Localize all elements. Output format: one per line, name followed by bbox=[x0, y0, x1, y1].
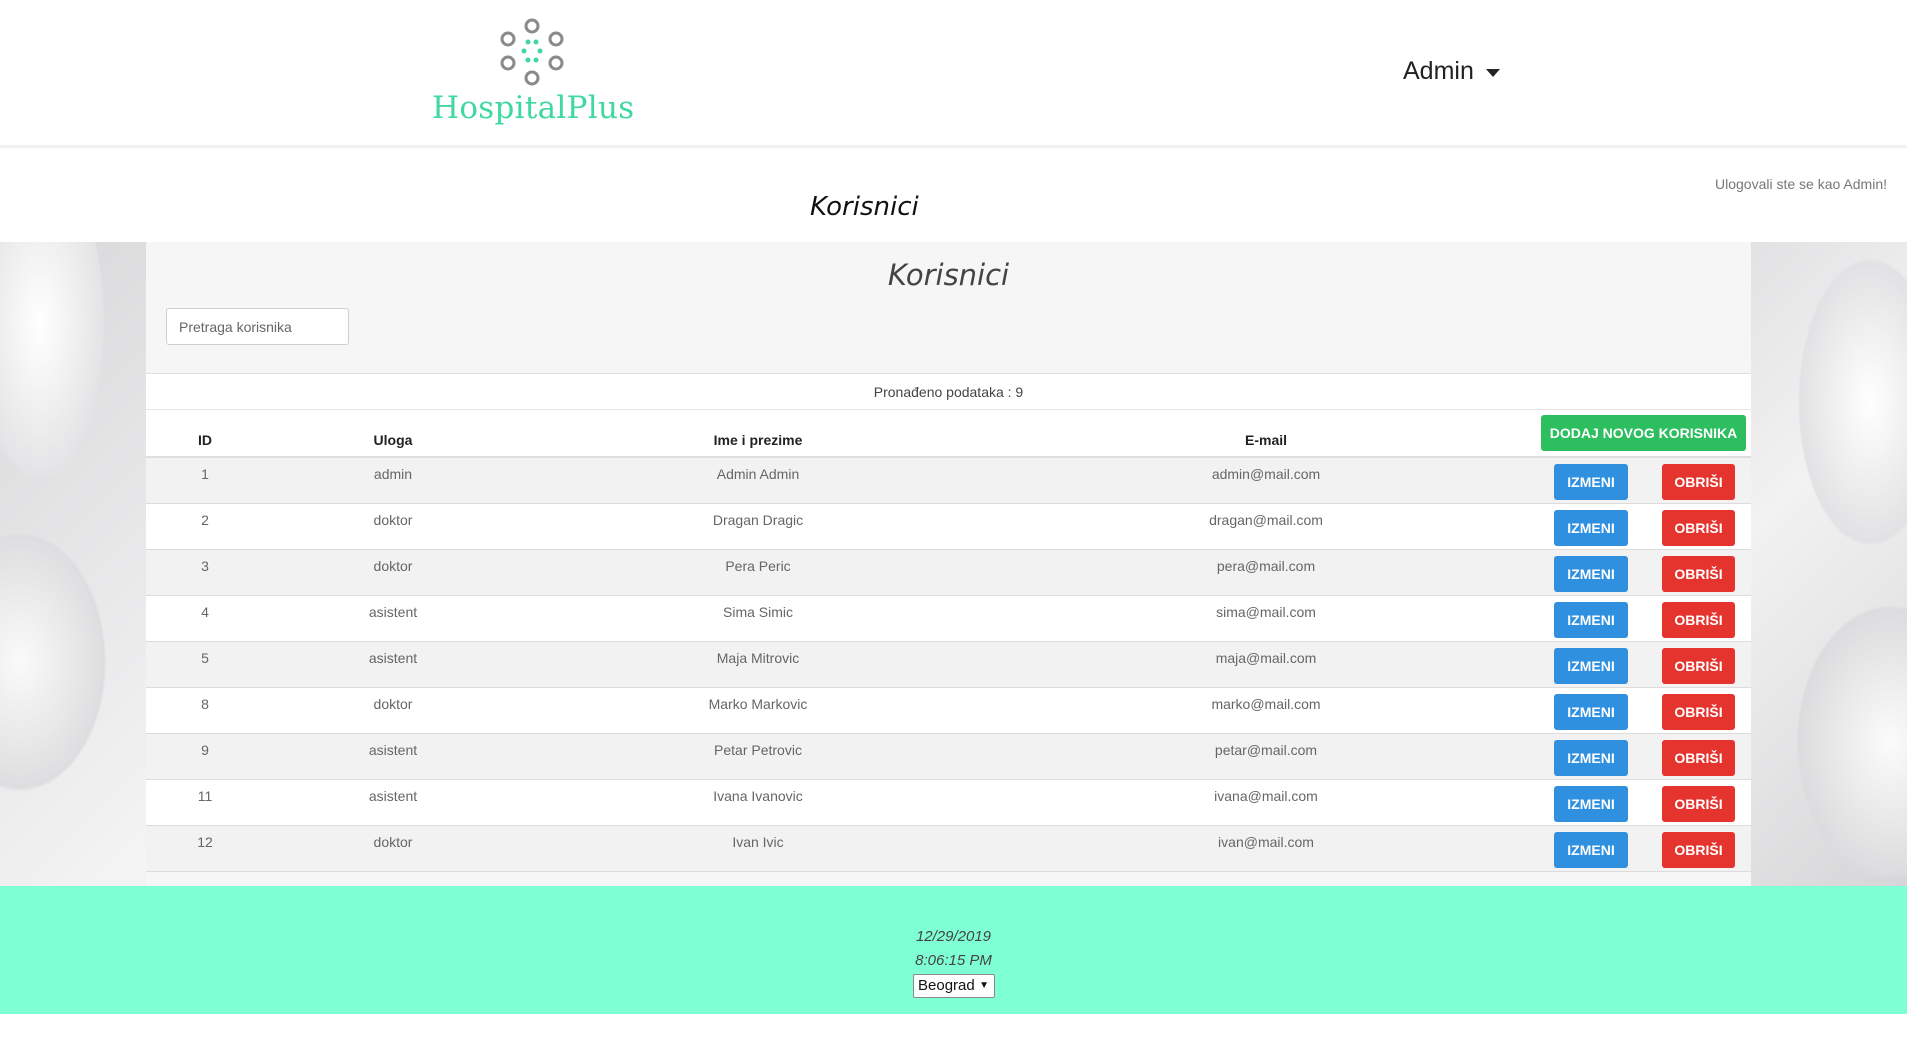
cell-name: Admin Admin bbox=[716, 466, 800, 482]
user-menu-dropdown[interactable]: Admin bbox=[1403, 57, 1500, 86]
cell-id: 3 bbox=[201, 558, 209, 574]
footer-date: 12/29/2019 bbox=[915, 928, 992, 945]
cell-name: Petar Petrovic bbox=[714, 742, 802, 758]
cell-role: doktor bbox=[373, 696, 413, 712]
city-select-value: Beograd bbox=[918, 977, 975, 994]
delete-button[interactable]: OBRIŠI bbox=[1662, 786, 1735, 822]
search-input[interactable] bbox=[166, 308, 349, 345]
table-row: 4 asistent Sima Simic sima@mail.com IZMENI OB… bbox=[146, 596, 1751, 642]
cell-email: ivan@mail.com bbox=[1218, 834, 1314, 850]
edit-button[interactable]: IZMENI bbox=[1554, 786, 1628, 822]
delete-button[interactable]: OBRIŠI bbox=[1662, 556, 1735, 592]
cell-email: petar@mail.com bbox=[1214, 742, 1318, 758]
cell-id: 9 bbox=[201, 742, 209, 758]
users-table: ID Uloga Ime i prezime E-mail DODAJ NOVO… bbox=[146, 410, 1751, 872]
edit-button[interactable]: IZMENI bbox=[1554, 648, 1628, 684]
brand-name: HospitalPlus bbox=[432, 90, 635, 126]
page-title: Korisnici bbox=[810, 192, 919, 222]
edit-button[interactable]: IZMENI bbox=[1554, 464, 1628, 500]
edit-button[interactable]: IZMENI bbox=[1554, 694, 1628, 730]
edit-button[interactable]: IZMENI bbox=[1554, 832, 1628, 868]
delete-button[interactable]: OBRIŠI bbox=[1662, 510, 1735, 546]
cell-role: asistent bbox=[368, 650, 418, 666]
table-row: 3 doktor Pera Peric pera@mail.com IZMENI OBRI… bbox=[146, 550, 1751, 596]
delete-button[interactable]: OBRIŠI bbox=[1662, 694, 1735, 730]
users-panel: Korisnici Pronađeno podataka : 9 ID Ulog… bbox=[146, 242, 1751, 886]
cell-role: asistent bbox=[368, 742, 418, 758]
edit-button[interactable]: IZMENI bbox=[1554, 510, 1628, 546]
cell-id: 1 bbox=[201, 466, 209, 482]
cell-name: Dragan Dragic bbox=[712, 512, 804, 528]
table-row: 2 doktor Dragan Dragic dragan@mail.com IZMEN… bbox=[146, 504, 1751, 550]
results-count: Pronađeno podataka : 9 bbox=[146, 373, 1751, 410]
table-body: 1 admin Admin Admin admin@mail.com IZMENI OBR… bbox=[146, 458, 1751, 872]
cell-role: asistent bbox=[368, 604, 418, 620]
table-row: 8 doktor Marko Markovic marko@mail.com IZMEN… bbox=[146, 688, 1751, 734]
cell-id: 12 bbox=[197, 834, 213, 850]
site-header: HospitalPlus Admin bbox=[0, 0, 1907, 148]
cell-name: Marko Markovic bbox=[708, 696, 808, 712]
delete-button[interactable]: OBRIŠI bbox=[1662, 832, 1735, 868]
column-header-email: E-mail bbox=[1244, 432, 1288, 448]
cell-email: dragan@mail.com bbox=[1209, 512, 1323, 528]
delete-button[interactable]: OBRIŠI bbox=[1662, 648, 1735, 684]
cell-name: Ivana Ivanovic bbox=[713, 788, 803, 804]
dropdown-arrow-icon: ▼ bbox=[979, 980, 989, 991]
cell-role: doktor bbox=[373, 558, 413, 574]
table-row: 12 doktor Ivan Ivic ivan@mail.com IZMENI OBRI… bbox=[146, 826, 1751, 872]
footer-time: 8:06:15 PM bbox=[915, 952, 992, 969]
cell-id: 8 bbox=[201, 696, 209, 712]
cell-email: ivana@mail.com bbox=[1214, 788, 1318, 804]
footer: 12/29/2019 8:06:15 PM Beograd ▼ bbox=[0, 886, 1907, 1014]
delete-button[interactable]: OBRIŠI bbox=[1662, 464, 1735, 500]
logo-icon bbox=[500, 18, 564, 86]
caret-down-icon bbox=[1485, 68, 1500, 77]
cell-id: 4 bbox=[201, 604, 209, 620]
table-header: ID Uloga Ime i prezime E-mail DODAJ NOVO… bbox=[146, 410, 1751, 458]
brand-logo[interactable]: HospitalPlus bbox=[432, 18, 635, 126]
delete-button[interactable]: OBRIŠI bbox=[1662, 740, 1735, 776]
cell-role: doktor bbox=[373, 834, 413, 850]
panel-title: Korisnici bbox=[887, 258, 1010, 292]
cell-id: 11 bbox=[197, 788, 213, 804]
delete-button[interactable]: OBRIŠI bbox=[1662, 602, 1735, 638]
edit-button[interactable]: IZMENI bbox=[1554, 740, 1628, 776]
cell-role: admin bbox=[373, 466, 413, 482]
user-menu-label: Admin bbox=[1403, 57, 1474, 85]
column-header-role: Uloga bbox=[373, 432, 413, 448]
cell-name: Maja Mitrovic bbox=[716, 650, 800, 666]
cell-email: pera@mail.com bbox=[1216, 558, 1316, 574]
cell-id: 5 bbox=[201, 650, 209, 666]
cell-role: asistent bbox=[368, 788, 418, 804]
edit-button[interactable]: IZMENI bbox=[1554, 556, 1628, 592]
edit-button[interactable]: IZMENI bbox=[1554, 602, 1628, 638]
logged-in-status: Ulogovali ste se kao Admin! bbox=[1715, 176, 1887, 192]
cell-role: doktor bbox=[373, 512, 413, 528]
table-row: 11 asistent Ivana Ivanovic ivana@mail.com IZ… bbox=[146, 780, 1751, 826]
table-row: 5 asistent Maja Mitrovic maja@mail.com IZMEN… bbox=[146, 642, 1751, 688]
column-header-id: ID bbox=[198, 432, 212, 448]
table-row: 9 asistent Petar Petrovic petar@mail.com IZM… bbox=[146, 734, 1751, 780]
cell-name: Pera Peric bbox=[725, 558, 791, 574]
add-user-button[interactable]: DODAJ NOVOG KORISNIKA bbox=[1541, 415, 1746, 451]
cell-name: Ivan Ivic bbox=[732, 834, 784, 850]
table-row: 1 admin Admin Admin admin@mail.com IZMENI OBR… bbox=[146, 458, 1751, 504]
column-header-name: Ime i prezime bbox=[713, 432, 803, 448]
city-select[interactable]: Beograd ▼ bbox=[913, 974, 995, 998]
cell-id: 2 bbox=[201, 512, 209, 528]
cell-email: maja@mail.com bbox=[1215, 650, 1317, 666]
cell-email: admin@mail.com bbox=[1211, 466, 1321, 482]
cell-email: sima@mail.com bbox=[1216, 604, 1316, 620]
cell-name: Sima Simic bbox=[722, 604, 794, 620]
cell-email: marko@mail.com bbox=[1211, 696, 1321, 712]
